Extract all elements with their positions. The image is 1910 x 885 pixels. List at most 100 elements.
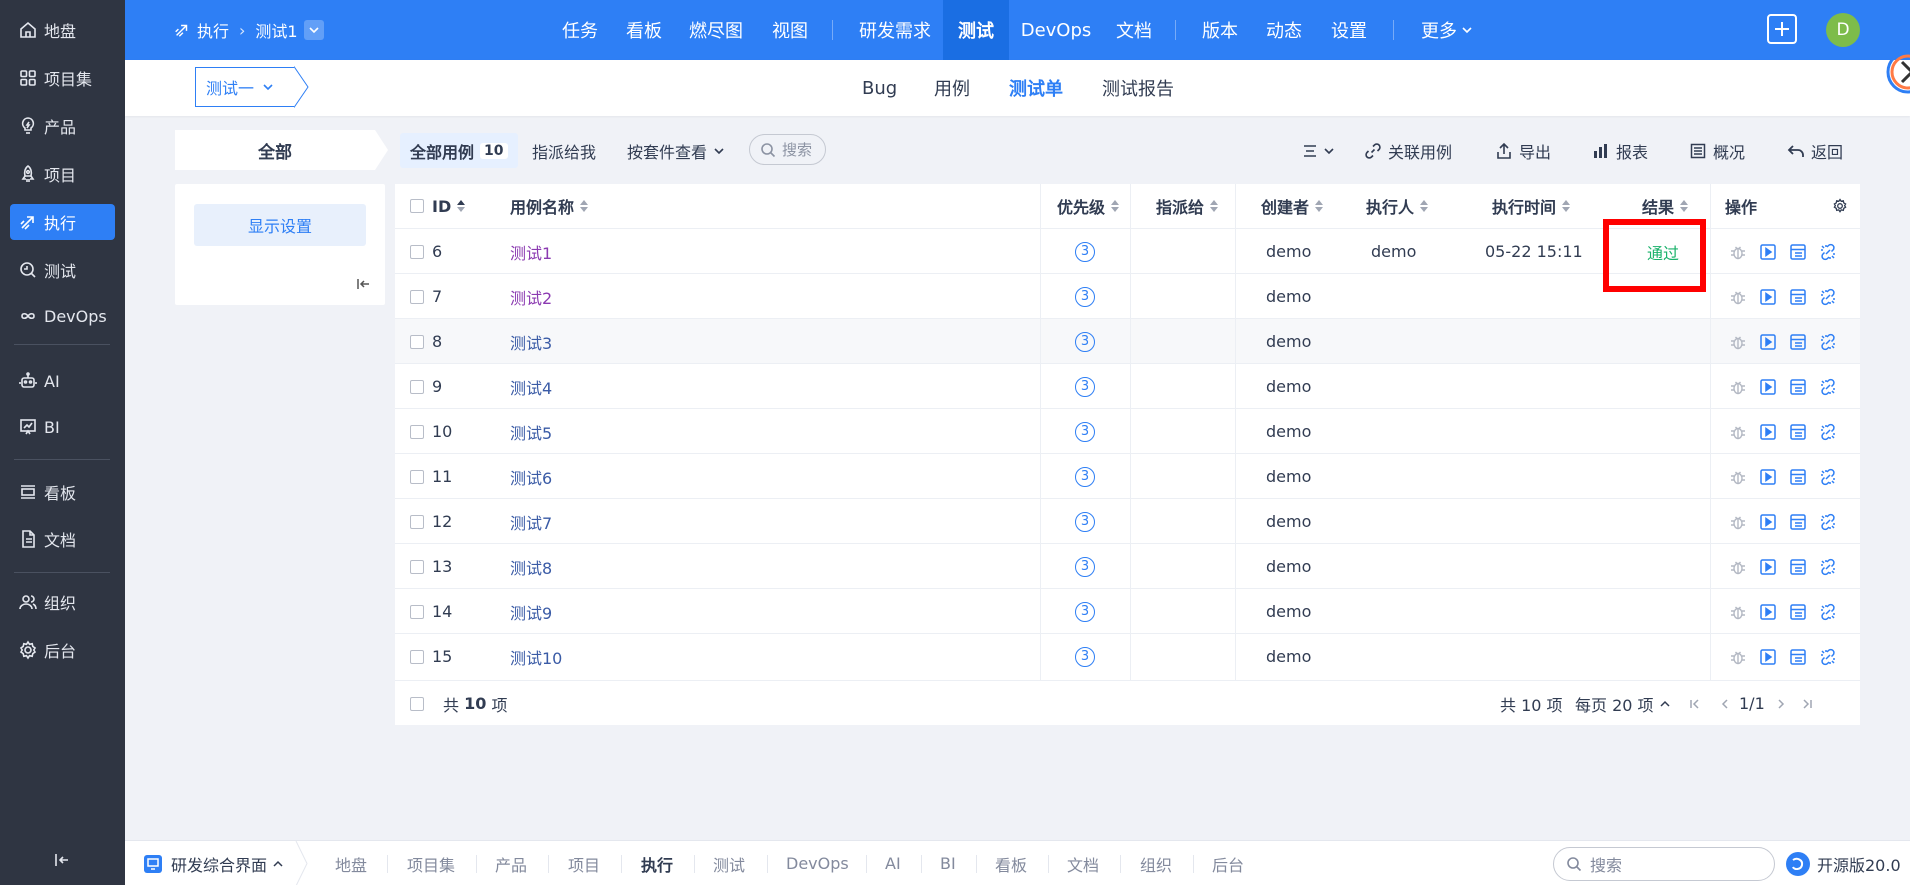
row-checkbox[interactable] <box>410 379 424 394</box>
sidebar-item-admin[interactable]: 后台 <box>10 632 115 668</box>
run-case-icon[interactable] <box>1759 288 1777 306</box>
unlink-icon[interactable] <box>1819 423 1837 441</box>
avatar[interactable]: D <box>1826 13 1860 47</box>
run-case-icon[interactable] <box>1759 558 1777 576</box>
bug-icon[interactable] <box>1729 558 1747 576</box>
footer-select-checkbox[interactable] <box>410 696 424 711</box>
results-icon[interactable] <box>1789 288 1807 306</box>
sidebar-item-program[interactable]: 项目集 <box>10 60 115 96</box>
unlink-icon[interactable] <box>1819 513 1837 531</box>
version-info[interactable]: 开源版20.0 <box>1785 841 1901 885</box>
sidebar-item-kanban[interactable]: 看板 <box>10 474 115 510</box>
sidebar-item-product[interactable]: 产品 <box>10 108 115 144</box>
row-checkbox-cell[interactable] <box>410 274 424 319</box>
nav-kanban[interactable]: 看板 <box>619 0 669 60</box>
row-checkbox[interactable] <box>410 514 424 529</box>
case-title-link[interactable]: 测试8 <box>510 555 552 579</box>
col-result[interactable]: 结果 <box>1642 184 1689 228</box>
nav-devops[interactable]: DevOps <box>1017 0 1095 60</box>
bottom-item-execution[interactable]: 执行 <box>641 841 673 885</box>
export-button[interactable]: 导出 <box>1495 133 1551 168</box>
unlink-icon[interactable] <box>1819 333 1837 351</box>
next-page-icon[interactable] <box>1775 698 1787 710</box>
nav-doc[interactable]: 文档 <box>1109 0 1159 60</box>
case-title-link[interactable]: 测试2 <box>510 285 552 309</box>
run-case-icon[interactable] <box>1759 423 1777 441</box>
execution-switcher[interactable] <box>303 20 324 40</box>
results-icon[interactable] <box>1789 333 1807 351</box>
suite-all-filter[interactable]: 全部 <box>175 130 375 170</box>
collapse-panel-icon[interactable] <box>355 276 371 292</box>
bottom-item-project[interactable]: 项目 <box>568 841 600 885</box>
bug-icon[interactable] <box>1729 648 1747 666</box>
row-checkbox[interactable] <box>410 424 424 439</box>
tab-assigned-to-me[interactable]: 指派给我 <box>522 133 606 168</box>
global-search-input[interactable]: 搜索 <box>1553 847 1775 881</box>
testtask-selector[interactable]: 测试一 <box>195 67 295 107</box>
tab-testreport[interactable]: 测试报告 <box>1102 60 1174 116</box>
bug-icon[interactable] <box>1729 423 1747 441</box>
bottom-item-kanban[interactable]: 看板 <box>995 841 1027 885</box>
link-case-button[interactable]: 关联用例 <box>1364 133 1452 168</box>
create-button[interactable] <box>1767 14 1797 44</box>
run-case-icon[interactable] <box>1759 648 1777 666</box>
bug-icon[interactable] <box>1729 243 1747 261</box>
row-checkbox[interactable] <box>410 244 424 259</box>
sidebar-item-project[interactable]: 项目 <box>10 156 115 192</box>
row-checkbox-cell[interactable] <box>410 454 424 499</box>
bottom-item-program[interactable]: 项目集 <box>407 841 455 885</box>
case-title-link[interactable]: 测试7 <box>510 510 552 534</box>
unlink-icon[interactable] <box>1819 288 1837 306</box>
unlink-icon[interactable] <box>1819 468 1837 486</box>
bottom-item-ai[interactable]: AI <box>885 841 901 885</box>
sidebar-item-ai[interactable]: AI <box>10 363 115 399</box>
case-title-link[interactable]: 测试4 <box>510 375 552 399</box>
sidebar-item-devops[interactable]: DevOps <box>10 298 115 334</box>
display-mode-dropdown[interactable] <box>1301 133 1341 168</box>
case-title-link[interactable]: 测试6 <box>510 465 552 489</box>
col-creator[interactable]: 创建者 <box>1261 184 1324 228</box>
bottom-item-test[interactable]: 测试 <box>713 841 745 885</box>
results-icon[interactable] <box>1789 423 1807 441</box>
row-checkbox[interactable] <box>410 334 424 349</box>
row-checkbox-cell[interactable] <box>410 589 424 634</box>
bottom-item-devops[interactable]: DevOps <box>786 841 849 885</box>
suite-view-dropdown[interactable]: 按套件查看 <box>617 133 735 168</box>
case-title-link[interactable]: 测试5 <box>510 420 552 444</box>
row-checkbox[interactable] <box>410 604 424 619</box>
results-icon[interactable] <box>1789 558 1807 576</box>
case-title-link[interactable]: 测试1 <box>510 240 552 264</box>
row-checkbox-cell[interactable] <box>410 544 424 589</box>
col-priority[interactable]: 优先级 <box>1057 184 1120 228</box>
sidebar-item-test[interactable]: 测试 <box>10 252 115 288</box>
col-executor[interactable]: 执行人 <box>1366 184 1429 228</box>
nav-settings[interactable]: 设置 <box>1324 0 1374 60</box>
breadcrumb-root[interactable]: 执行 <box>197 18 229 42</box>
unlink-icon[interactable] <box>1819 558 1837 576</box>
overview-button[interactable]: 概况 <box>1689 133 1745 168</box>
nav-task[interactable]: 任务 <box>555 0 605 60</box>
case-title-link[interactable]: 测试10 <box>510 645 562 669</box>
sidebar-item-org[interactable]: 组织 <box>10 584 115 620</box>
bug-icon[interactable] <box>1729 333 1747 351</box>
bug-icon[interactable] <box>1729 468 1747 486</box>
tab-testtask[interactable]: 测试单 <box>1009 60 1063 116</box>
col-name[interactable]: 用例名称 <box>510 184 589 228</box>
results-icon[interactable] <box>1789 513 1807 531</box>
nav-build[interactable]: 版本 <box>1195 0 1245 60</box>
run-case-icon[interactable] <box>1759 378 1777 396</box>
results-icon[interactable] <box>1789 378 1807 396</box>
tab-bug[interactable]: Bug <box>862 60 897 116</box>
unlink-icon[interactable] <box>1819 378 1837 396</box>
row-checkbox-cell[interactable] <box>410 634 424 679</box>
select-all-checkbox-cell[interactable] <box>410 184 424 228</box>
col-id[interactable]: ID <box>432 184 466 228</box>
unlink-icon[interactable] <box>1819 243 1837 261</box>
row-checkbox[interactable] <box>410 289 424 304</box>
run-case-icon[interactable] <box>1759 243 1777 261</box>
run-case-icon[interactable] <box>1759 333 1777 351</box>
bug-icon[interactable] <box>1729 603 1747 621</box>
sidebar-item-dashboard[interactable]: 地盘 <box>10 12 115 48</box>
breadcrumb-current[interactable]: 测试1 <box>255 18 297 42</box>
tab-all-cases[interactable]: 全部用例 10 <box>400 133 518 168</box>
